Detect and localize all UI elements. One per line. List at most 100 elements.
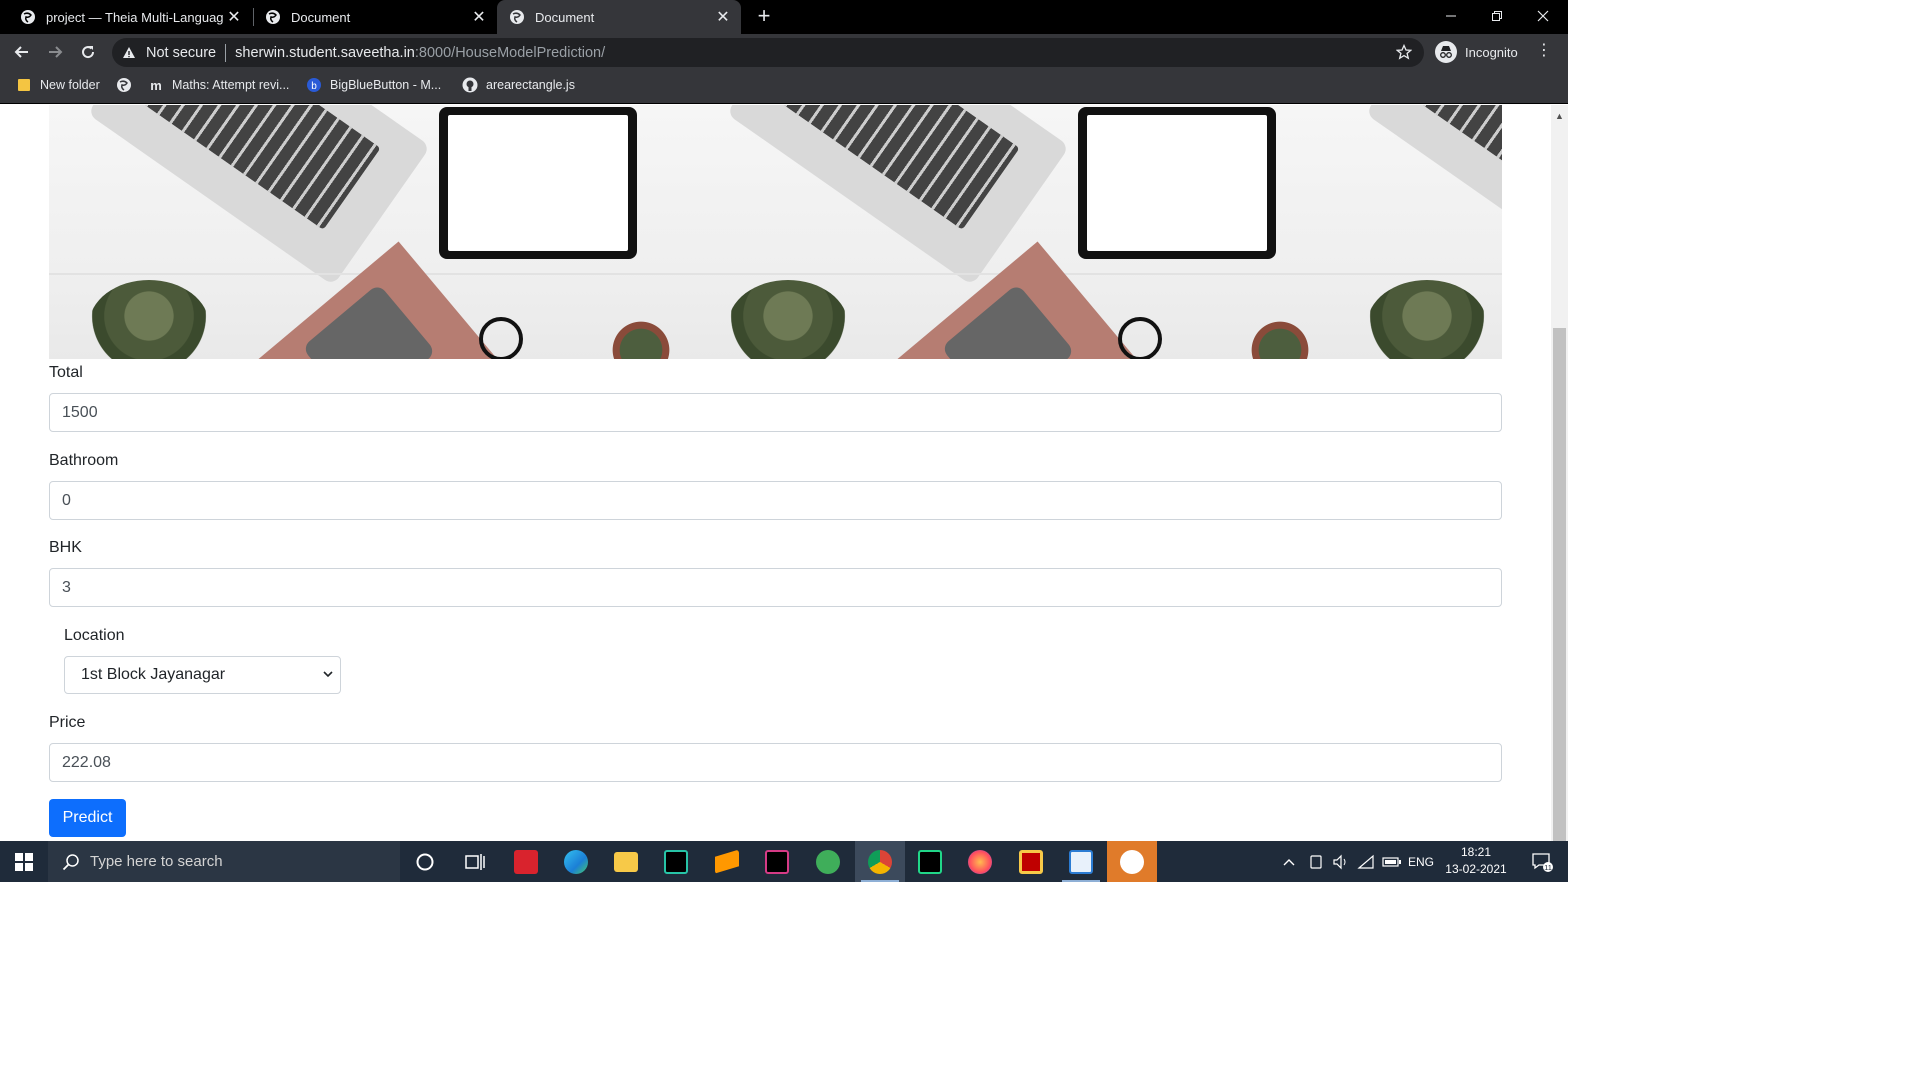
tab-project-theia[interactable]: project — Theia Multi-Language ✕ — [8, 0, 252, 34]
github-icon — [462, 77, 478, 93]
notification-count: 11 — [1544, 863, 1552, 872]
total-field-group: Total 1500 — [49, 361, 1502, 432]
bhk-field-group: BHK 3 — [49, 536, 1502, 607]
pdf-x-icon[interactable] — [501, 841, 551, 882]
more-menu-icon[interactable]: ⋮ — [1536, 40, 1552, 60]
location-selected-value: 1st Block Jayanagar — [81, 666, 226, 683]
warning-triangle-icon[interactable] — [122, 46, 138, 59]
forward-arrow-icon[interactable] — [42, 39, 68, 65]
close-window-icon[interactable] — [1520, 0, 1566, 32]
search-placeholder: Type here to search — [90, 853, 223, 870]
incognito-profile-button[interactable]: Incognito — [1432, 38, 1524, 66]
tab-document-active[interactable]: Document ✕ — [497, 0, 741, 34]
globe-icon — [509, 9, 525, 25]
url-path: :8000/HouseModelPrediction/ — [414, 44, 606, 61]
globe-icon — [265, 9, 281, 25]
jetbrains-toolbox-icon[interactable] — [651, 841, 701, 882]
notepad-icon[interactable] — [1056, 841, 1106, 882]
device-icon[interactable] — [1308, 841, 1324, 882]
bookmark-label: arearectangle.js — [486, 78, 575, 92]
volume-icon[interactable] — [1332, 841, 1350, 882]
total-input[interactable]: 1500 — [49, 393, 1502, 432]
moodle-icon: m — [150, 77, 162, 93]
restore-icon[interactable] — [1474, 0, 1520, 32]
scrollbar-thumb[interactable] — [1553, 328, 1566, 841]
bathroom-label: Bathroom — [49, 452, 119, 469]
bookmark-new-folder[interactable]: New folder — [16, 70, 100, 100]
incognito-icon — [1435, 41, 1457, 63]
banner-tile — [1327, 105, 1502, 359]
url-host: sherwin.student.saveetha.in — [235, 44, 415, 61]
close-tab-icon[interactable]: ✕ — [713, 7, 733, 27]
close-tab-icon[interactable]: ✕ — [224, 7, 244, 27]
back-arrow-icon[interactable] — [9, 39, 35, 65]
screen-recorder-icon[interactable] — [1107, 841, 1157, 882]
hero-banner-image — [49, 105, 1502, 359]
windows-taskbar: Type here to search ENG 18:21 13-02-2021… — [0, 841, 1568, 882]
battery-icon[interactable] — [1382, 841, 1402, 882]
bookmark-label: Maths: Attempt revi... — [172, 78, 290, 92]
clock-time: 18:21 — [1460, 845, 1492, 859]
address-divider — [225, 43, 227, 62]
security-status[interactable]: Not secure — [146, 45, 216, 61]
close-tab-icon[interactable]: ✕ — [469, 7, 489, 27]
globe-icon — [116, 77, 132, 93]
folder-icon — [16, 77, 32, 93]
firefox-icon[interactable] — [955, 841, 1005, 882]
browser-tab-strip: project — Theia Multi-Language ✕ Documen… — [0, 0, 1568, 34]
predict-button[interactable]: Predict — [49, 799, 126, 837]
bookmark-label: BigBlueButton - M... — [330, 78, 442, 92]
price-input[interactable]: 222.08 — [49, 743, 1502, 782]
terminal-icon[interactable] — [752, 841, 802, 882]
notification-center-icon[interactable]: 11 — [1522, 841, 1562, 882]
app-icon[interactable] — [803, 841, 853, 882]
bhk-label: BHK — [49, 539, 82, 556]
tab-title: Document — [291, 9, 351, 25]
globe-icon — [20, 9, 36, 25]
language-indicator[interactable]: ENG — [1408, 841, 1434, 882]
edge-icon[interactable] — [551, 841, 601, 882]
new-tab-button[interactable]: + — [752, 2, 776, 30]
bookmark-arearectangle[interactable]: arearectangle.js — [462, 70, 575, 100]
show-hidden-icons-chevron-icon[interactable] — [1282, 841, 1296, 882]
bookmark-star-icon[interactable] — [1395, 43, 1413, 64]
minimize-icon[interactable] — [1428, 0, 1474, 32]
cortana-icon[interactable] — [400, 841, 450, 882]
banner-tile — [688, 105, 1327, 359]
bookmark-globe[interactable] — [116, 70, 140, 100]
price-label: Price — [49, 714, 86, 731]
bhk-input[interactable]: 3 — [49, 568, 1502, 607]
chrome-icon[interactable] — [855, 841, 905, 882]
windows-start-icon[interactable] — [0, 841, 48, 882]
banner-tile — [49, 105, 688, 359]
task-view-icon[interactable] — [450, 841, 500, 882]
location-select[interactable]: 1st Block Jayanagar — [64, 656, 341, 694]
search-icon — [62, 853, 80, 871]
sublime-text-icon[interactable] — [702, 841, 752, 882]
location-label: Location — [64, 627, 125, 644]
taskbar-clock[interactable]: 18:21 13-02-2021 — [1436, 844, 1516, 878]
chevron-down-icon — [322, 657, 334, 707]
bathroom-field-group: Bathroom 0 — [49, 449, 1502, 520]
page-scrollbar[interactable]: ▲ — [1551, 105, 1568, 841]
tab-title: Document — [535, 9, 595, 25]
total-label: Total — [49, 364, 83, 381]
filezilla-icon[interactable] — [1006, 841, 1056, 882]
svg-text:b: b — [311, 81, 317, 92]
bookmark-maths-attempt[interactable]: m Maths: Attempt revi... — [148, 70, 289, 100]
file-explorer-icon[interactable] — [601, 841, 651, 882]
wifi-icon[interactable] — [1357, 841, 1375, 882]
reload-icon[interactable] — [75, 39, 101, 65]
tab-title: project — Theia Multi-Language — [46, 9, 224, 25]
taskbar-search-box[interactable]: Type here to search — [48, 841, 400, 882]
bookmarks-bar: New folder m Maths: Attempt revi... b Bi… — [0, 70, 1568, 104]
browser-toolbar: Not secure sherwin.student.saveetha.in:8… — [0, 34, 1568, 70]
tab-document-1[interactable]: Document ✕ — [253, 0, 497, 34]
scroll-up-arrow-icon[interactable]: ▲ — [1555, 111, 1564, 121]
bathroom-input[interactable]: 0 — [49, 481, 1502, 520]
bigbluebutton-icon: b — [306, 77, 322, 93]
address-bar[interactable]: Not secure sherwin.student.saveetha.in:8… — [112, 38, 1424, 67]
bookmark-label: New folder — [40, 78, 100, 92]
bookmark-bigbluebutton[interactable]: b BigBlueButton - M... — [306, 70, 441, 100]
pycharm-icon[interactable] — [905, 841, 955, 882]
